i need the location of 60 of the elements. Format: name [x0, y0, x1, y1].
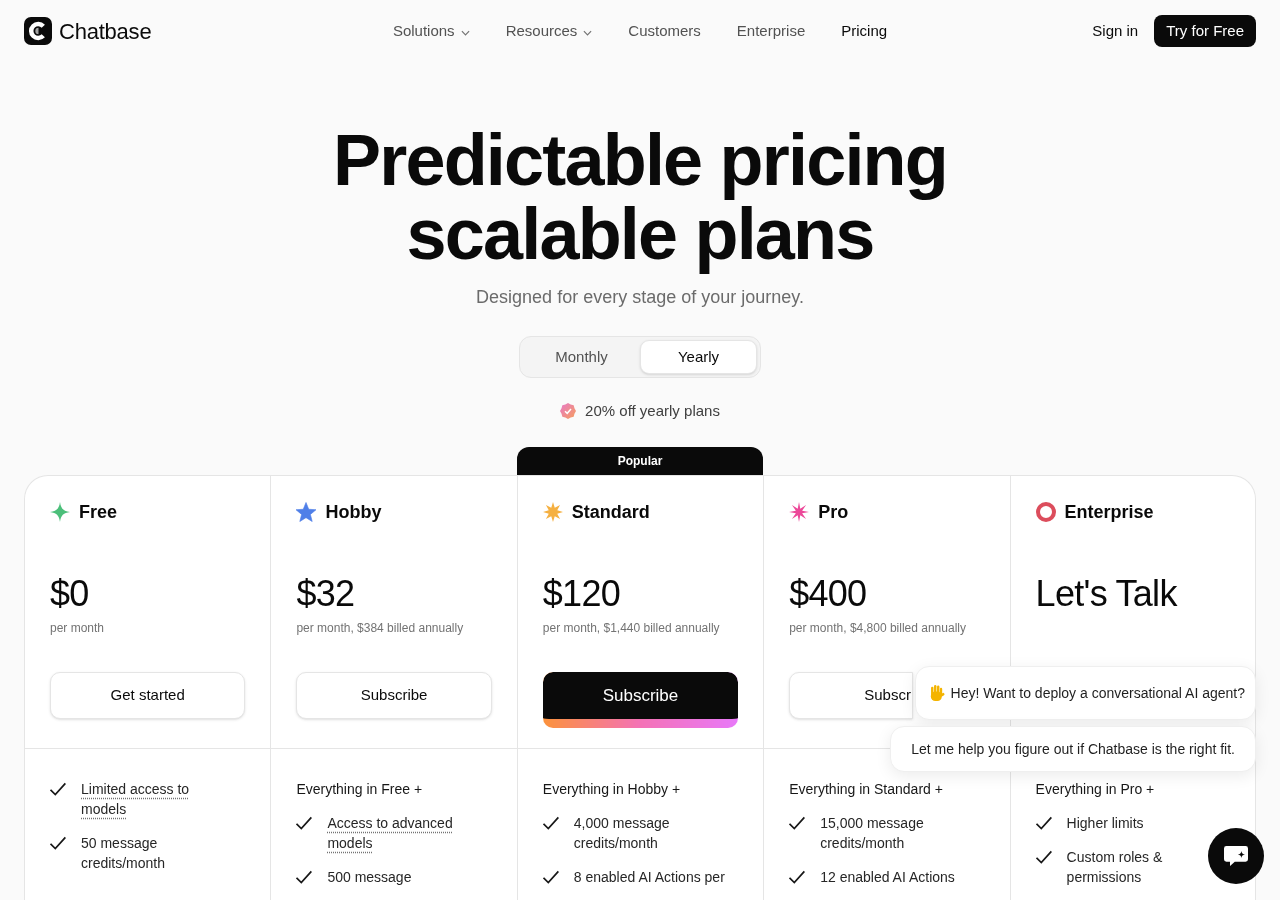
plan-button[interactable]: Subscr: [789, 672, 914, 719]
billing-tab[interactable]: Yearly: [640, 340, 757, 374]
chat-message: Let me help you figure out if Chatbase is the right fit.: [911, 740, 1235, 759]
nav-link[interactable]: Solutions: [392, 19, 470, 43]
plan-price: Let's Talk: [1035, 574, 1179, 614]
check-icon: [296, 869, 313, 885]
hero-subtitle: Designed for every stage of your journey.: [476, 286, 804, 309]
feature-text: 8 enabled AI Actions per: [573, 868, 725, 887]
check-icon: [789, 815, 806, 831]
try-for-free-button[interactable]: Try for Free: [1154, 15, 1256, 47]
feature-text: Access to advanced models: [327, 814, 454, 853]
feature-text: Custom roles & permissions: [1066, 848, 1164, 887]
plan-price: $0: [50, 574, 90, 614]
price-note: per month, $384 billed annually: [296, 620, 465, 636]
popular-badge: Popular: [516, 447, 764, 475]
chat-icon: [1224, 844, 1248, 868]
plan-button[interactable]: Get started: [50, 672, 246, 719]
check-icon: [542, 815, 559, 831]
plan-name: Free: [79, 500, 118, 524]
logo-icon: [24, 17, 52, 45]
feature-text: 12 enabled AI Actions: [820, 868, 955, 887]
features-heading: Everything in Pro +: [1035, 780, 1156, 799]
check-icon: [296, 815, 313, 831]
plan-name: Standard: [571, 500, 650, 524]
plan-price: $32: [296, 574, 356, 614]
check-icon: [789, 869, 806, 885]
price-note: per month, $1,440 billed annually: [542, 620, 721, 636]
nav-link[interactable]: Enterprise: [736, 19, 806, 43]
feature-text: Limited access to models: [81, 780, 191, 819]
features-heading: Everything in Free +: [296, 780, 424, 799]
nav-link[interactable]: Pricing: [841, 19, 888, 43]
plan-price: $120: [542, 574, 621, 614]
feature-text: 50 message credits/month: [81, 834, 167, 873]
chat-message: Hey! Want to deploy a conversational AI agent?: [950, 684, 1245, 703]
price-note: per month: [50, 620, 106, 636]
logo-text: Chatbase: [59, 17, 152, 46]
plan-name: Enterprise: [1064, 500, 1154, 524]
check-icon: [50, 781, 66, 797]
feature-text: Higher limits: [1066, 814, 1144, 833]
sign-in-link[interactable]: Sign in: [1092, 19, 1139, 43]
check-icon: [1035, 815, 1052, 831]
plan-button[interactable]: Subscribe: [296, 672, 492, 719]
hand-icon: [929, 685, 946, 701]
check-icon: [542, 869, 559, 885]
price-note: per month, $4,800 billed annually: [789, 620, 967, 636]
billing-tab[interactable]: Monthly: [523, 340, 640, 374]
feature-text: 15,000 message credits/month: [820, 814, 925, 853]
features-heading: Everything in Standard +: [789, 780, 944, 799]
feature-text: 500 message: [327, 868, 412, 887]
nav-link[interactable]: Customers: [628, 19, 701, 43]
plan-name: Hobby: [325, 500, 382, 524]
plan-name: Pro: [818, 500, 849, 524]
plan-price: $400: [789, 574, 868, 614]
feature-text: 4,000 message credits/month: [573, 814, 671, 853]
check-icon: [50, 835, 66, 851]
check-icon: [1035, 849, 1052, 865]
features-heading: Everything in Hobby +: [542, 780, 682, 799]
nav-link[interactable]: Resources: [505, 19, 593, 43]
discount-note: 20% off yearly plans: [585, 401, 720, 421]
verified-badge-icon: [560, 403, 577, 419]
